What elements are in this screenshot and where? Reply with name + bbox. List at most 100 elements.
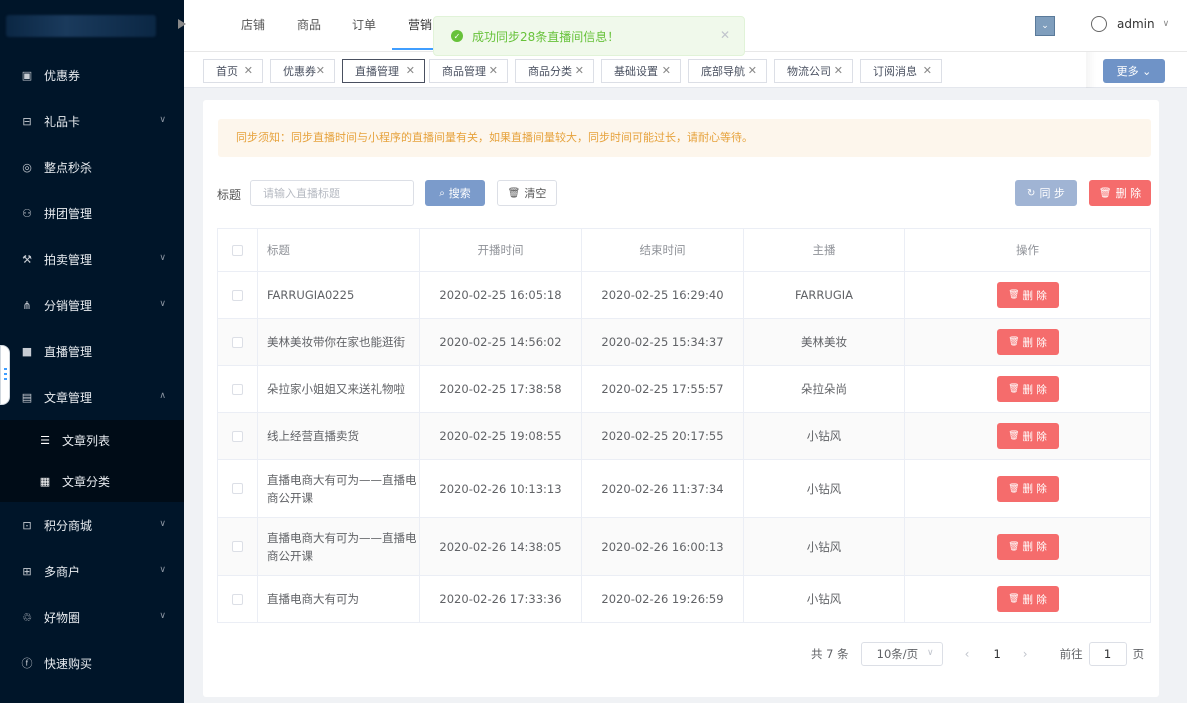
cell-end-time: 2020-02-26 16:00:13 xyxy=(582,518,744,575)
sidebar-item-1[interactable]: ⊟ 礼品卡 ∨ xyxy=(0,98,184,144)
row-delete-button[interactable]: 🗑 删 除 xyxy=(996,475,1059,502)
table-row: 直播电商大有可为——直播电商公开课 2020-02-26 10:13:13 2020… xyxy=(218,460,1150,518)
page-number[interactable]: 1 xyxy=(993,647,1000,661)
chevron-down-icon: ⌄ xyxy=(1142,64,1152,78)
sidebar-item-9[interactable]: ▦ 文章分类 xyxy=(0,461,184,502)
row-checkbox[interactable] xyxy=(232,541,243,552)
tag-6[interactable]: 底部导航 ✕ xyxy=(688,59,767,83)
trash-icon: 🗑 xyxy=(1008,384,1020,394)
sidebar-item-label: 分销管理 xyxy=(44,298,93,313)
row-checkbox[interactable] xyxy=(232,430,243,442)
top-tab-orders[interactable]: 订单 xyxy=(352,0,376,50)
sidebar-item-10[interactable]: ⊡ 积分商城 ∨ xyxy=(0,502,184,548)
row-checkbox[interactable] xyxy=(232,289,243,301)
cell-anchor: 小钻风 xyxy=(744,460,905,517)
close-icon[interactable]: ✕ xyxy=(575,64,584,77)
sidebar-item-8[interactable]: ☰ 文章列表 xyxy=(0,420,184,461)
tag-4[interactable]: 商品分类 ✕ xyxy=(515,59,594,83)
next-page-icon[interactable]: › xyxy=(1023,647,1028,661)
toast-close-icon[interactable]: ✕ xyxy=(720,28,730,42)
tag-2[interactable]: 直播管理 ✕ xyxy=(342,59,425,83)
sync-notice: 同步须知：同步直播时间与小程序的直播间量有关，如果直播间量较大，同步时间可能过长… xyxy=(218,119,1151,157)
sync-button[interactable]: ↻ 同 步 xyxy=(1015,180,1077,206)
row-checkbox[interactable] xyxy=(232,336,243,348)
select-all-checkbox[interactable] xyxy=(232,244,243,256)
tag-5[interactable]: 基础设置 ✕ xyxy=(601,59,681,83)
close-icon[interactable]: ✕ xyxy=(406,64,415,77)
clear-button[interactable]: 🗑 清空 xyxy=(497,180,557,206)
cell-anchor: 朵拉朵尚 xyxy=(744,366,905,412)
table-row: FARRUGIA0225 2020-02-25 16:05:18 2020-02-2… xyxy=(218,272,1150,319)
close-icon[interactable]: ✕ xyxy=(662,64,671,77)
tag-label: 商品分类 xyxy=(528,65,572,78)
cell-anchor: FARRUGIA xyxy=(744,272,905,318)
cell-anchor: 小钻风 xyxy=(744,518,905,575)
cell-start-time: 2020-02-26 10:13:13 xyxy=(420,460,582,517)
tag-label: 优惠券 xyxy=(283,65,316,78)
row-delete-button[interactable]: 🗑 删 除 xyxy=(996,586,1059,612)
tag-8[interactable]: 订阅消息 ✕ xyxy=(860,59,942,83)
sidebar-item-13[interactable]: ⓕ 快速购买 xyxy=(0,640,184,686)
row-delete-button[interactable]: 🗑 删 除 xyxy=(996,329,1059,355)
sidebar-item-2[interactable]: ◎ 整点秒杀 xyxy=(0,144,184,190)
sidebar-collapse-handle[interactable] xyxy=(0,345,10,405)
close-icon[interactable]: ✕ xyxy=(834,64,843,77)
cell-end-time: 2020-02-25 15:34:37 xyxy=(582,319,744,365)
more-tags-button[interactable]: 更多 ⌄ xyxy=(1103,59,1165,83)
tag-1[interactable]: 优惠券 ✕ xyxy=(270,59,335,83)
header-end-time: 结束时间 xyxy=(582,229,744,271)
row-checkbox[interactable] xyxy=(232,593,243,605)
fullscreen-button[interactable]: ⌄ xyxy=(1035,16,1055,36)
quick-buy-icon: ⓕ xyxy=(21,657,33,670)
row-checkbox[interactable] xyxy=(232,383,243,395)
sidebar-item-7[interactable]: ▤ 文章管理 ∧ xyxy=(0,374,184,420)
page-size-value: 10条/页 xyxy=(876,647,919,661)
row-delete-button[interactable]: 🗑 删 除 xyxy=(996,423,1059,449)
sidebar-item-label: 积分商城 xyxy=(44,518,93,533)
tag-label: 直播管理 xyxy=(355,65,399,78)
row-checkbox[interactable] xyxy=(232,483,243,494)
close-icon[interactable]: ✕ xyxy=(489,64,498,77)
cell-start-time: 2020-02-25 19:08:55 xyxy=(420,413,582,459)
top-tab-goods[interactable]: 商品 xyxy=(297,0,321,50)
close-icon[interactable]: ✕ xyxy=(244,64,253,77)
menu-toggle-icon[interactable] xyxy=(178,19,188,29)
row-delete-button[interactable]: 🗑 删 除 xyxy=(996,282,1059,308)
row-delete-label: 删 除 xyxy=(1022,383,1047,396)
cell-title: 直播电商大有可为——直播电商公开课 xyxy=(258,460,420,517)
cell-title: 直播电商大有可为——直播电商公开课 xyxy=(258,518,420,575)
sidebar-item-6[interactable]: ■ 直播管理 xyxy=(0,328,184,374)
sync-button-label: 同 步 xyxy=(1039,187,1065,200)
row-delete-button[interactable]: 🗑 删 除 xyxy=(996,533,1059,560)
title-search-input[interactable] xyxy=(250,180,414,206)
close-icon[interactable]: ✕ xyxy=(748,64,757,77)
close-icon[interactable]: ✕ xyxy=(316,64,325,77)
flash-sale-icon: ◎ xyxy=(22,160,32,174)
chevron-up-icon: ∧ xyxy=(159,391,166,401)
sidebar-item-label: 文章分类 xyxy=(62,475,111,489)
sidebar-item-0[interactable]: ▣ 优惠券 xyxy=(0,52,184,98)
goto-page-input[interactable]: 1 xyxy=(1088,642,1127,666)
sidebar-item-3[interactable]: ⚇ 拼团管理 xyxy=(0,190,184,236)
sidebar-item-label: 快速购买 xyxy=(44,656,93,671)
cell-actions: 🗑 删 除 xyxy=(905,413,1150,459)
table-row: 美林美妆带你在家也能逛街 2020-02-25 14:56:02 2020-02-2… xyxy=(218,319,1150,366)
prev-page-icon[interactable]: ‹ xyxy=(965,647,970,661)
tag-0[interactable]: 首页 ✕ xyxy=(203,59,263,83)
sidebar-item-5[interactable]: ⋔ 分销管理 ∨ xyxy=(0,282,184,328)
page-size-select[interactable]: 10条/页 ∨ xyxy=(860,642,943,666)
sidebar-item-4[interactable]: ⚒ 拍卖管理 ∨ xyxy=(0,236,184,282)
top-tab-shop[interactable]: 店铺 xyxy=(241,0,265,50)
search-button[interactable]: ⌕ 搜索 xyxy=(425,180,485,206)
user-menu[interactable]: admin ∨ xyxy=(1091,16,1169,32)
batch-delete-button[interactable]: 🗑 删 除 xyxy=(1089,180,1151,206)
row-delete-button[interactable]: 🗑 删 除 xyxy=(996,376,1059,402)
sidebar-item-12[interactable]: ♲ 好物圈 ∨ xyxy=(0,594,184,640)
tag-3[interactable]: 商品管理 ✕ xyxy=(429,59,508,83)
distribution-icon: ⋔ xyxy=(22,298,32,312)
tag-7[interactable]: 物流公司 ✕ xyxy=(774,59,853,83)
main-card: 同步须知：同步直播时间与小程序的直播间量有关，如果直播间量较大，同步时间可能过长… xyxy=(203,100,1159,697)
trash-icon: 🗑 xyxy=(1008,541,1020,552)
close-icon[interactable]: ✕ xyxy=(923,64,932,77)
sidebar-item-11[interactable]: ⊞ 多商户 ∨ xyxy=(0,548,184,594)
